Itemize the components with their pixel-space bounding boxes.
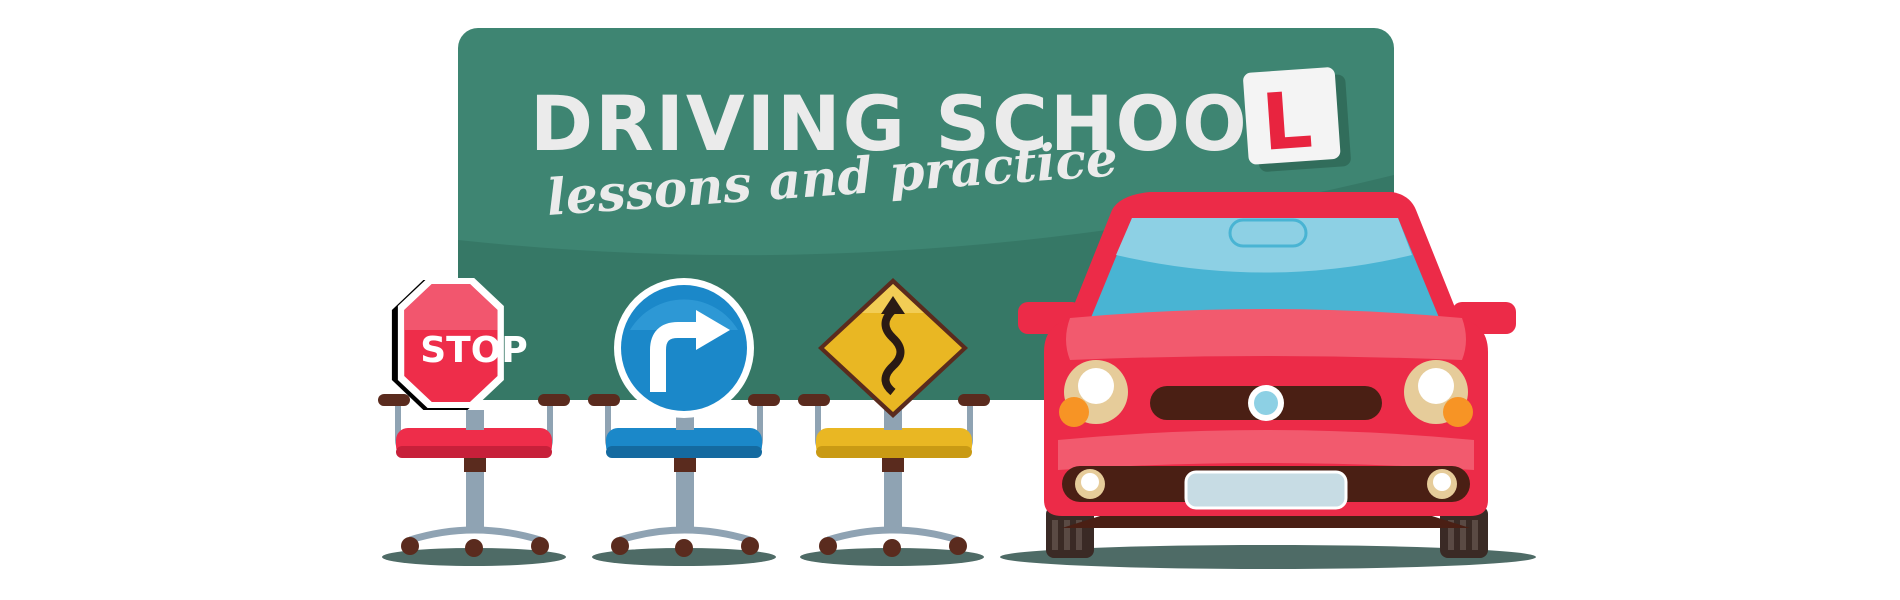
stop-sign-label: STOP — [420, 330, 527, 371]
learner-plate-label: L — [1259, 76, 1315, 169]
driving-school-illustration: DRIVING SCHOO lessons and practice L STO… — [378, 28, 1536, 569]
license-plate — [1184, 470, 1348, 510]
rear-view-mirror — [1228, 218, 1308, 248]
learner-plate: L — [1243, 67, 1351, 172]
